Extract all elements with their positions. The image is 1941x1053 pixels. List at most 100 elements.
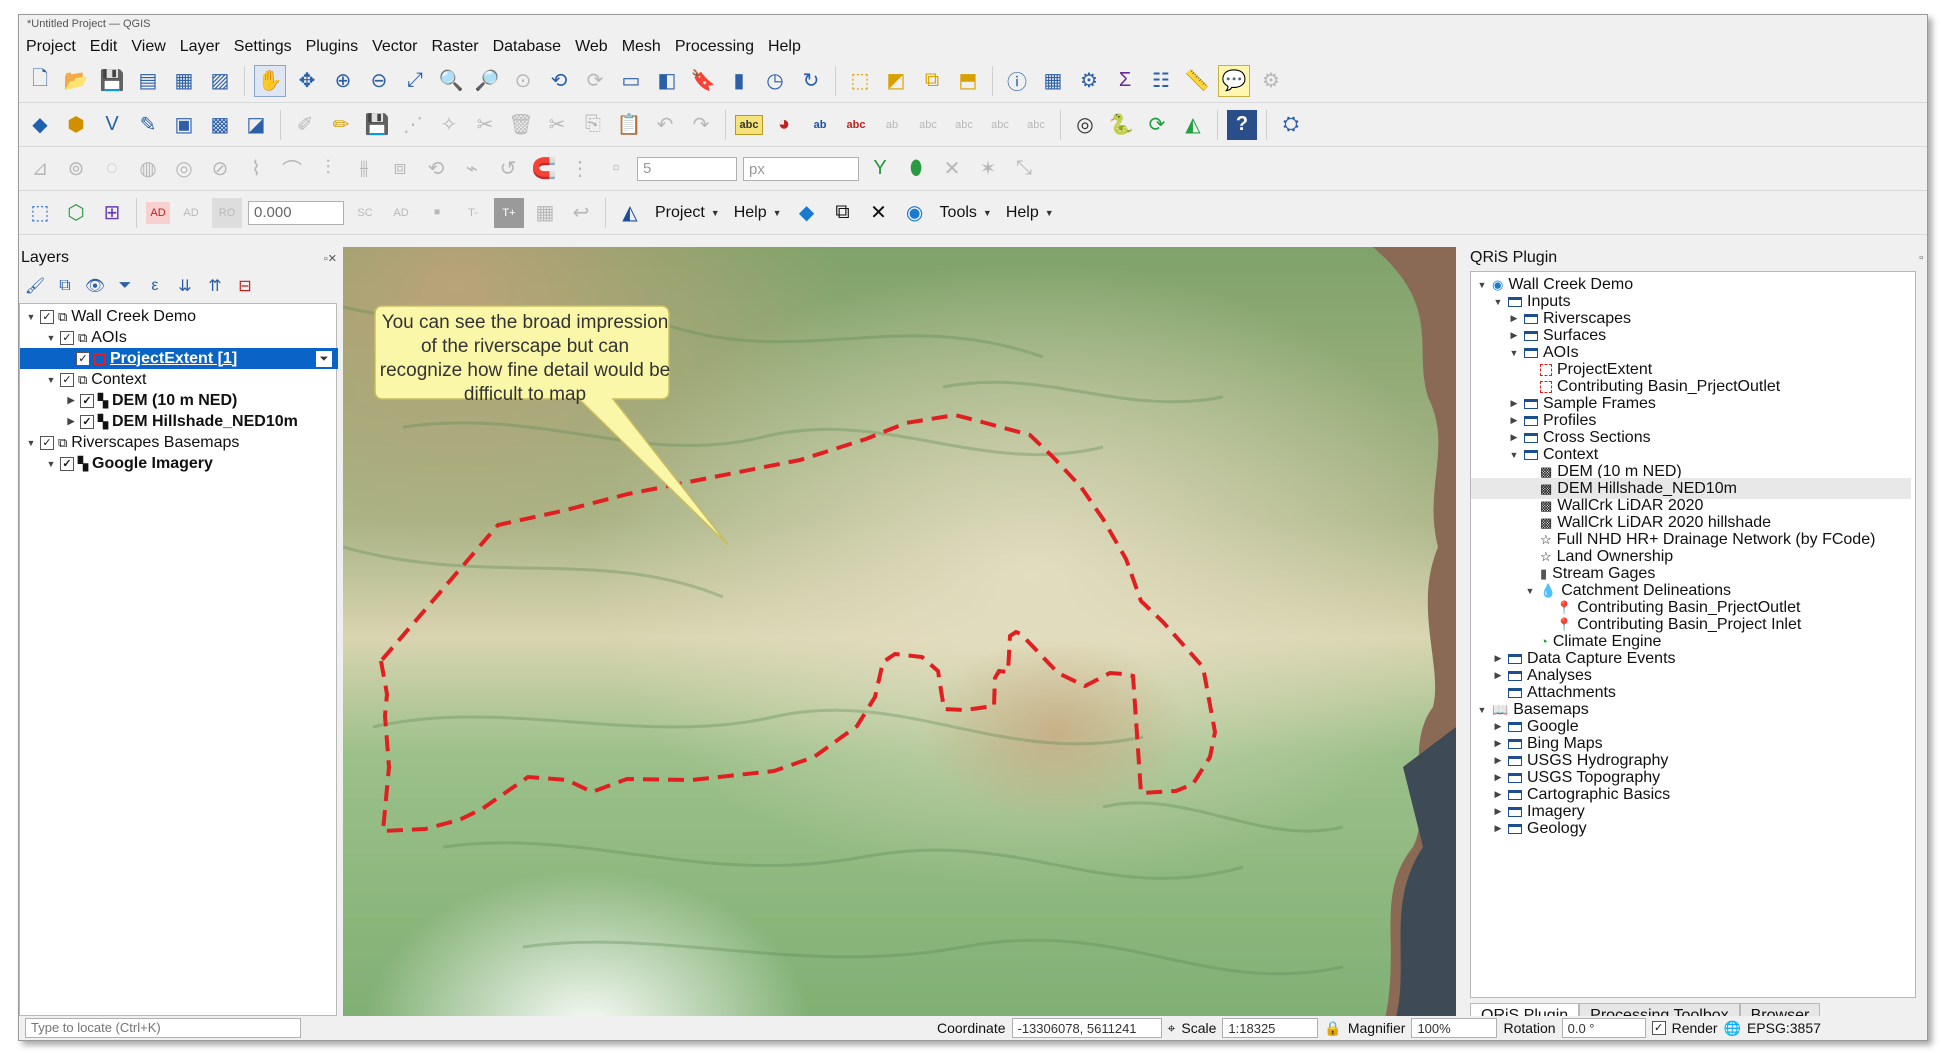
layer-group-aois[interactable]: ▼ ✓ ⧉ AOIs — [46, 327, 127, 348]
cut-features-icon[interactable]: ✂ — [542, 110, 572, 140]
rotate-label-icon[interactable]: abc — [949, 110, 979, 140]
data-source-manager-icon[interactable]: ◆ — [25, 110, 55, 140]
chevron-right-icon[interactable]: ▶ — [1493, 738, 1503, 749]
new-3d-view-icon[interactable]: ◧ — [652, 66, 682, 96]
crs-label[interactable]: EPSG:3857 — [1747, 1020, 1821, 1036]
zoom-to-selection-icon[interactable]: 🔍 — [436, 66, 466, 96]
zoom-last-icon[interactable]: ⟲ — [544, 66, 574, 96]
offset-curve-icon[interactable]: ⌒ — [277, 154, 307, 184]
checkbox[interactable]: ✓ — [76, 351, 90, 366]
modify-attributes-icon[interactable]: ✂ — [470, 110, 500, 140]
snapping-type-icon[interactable]: ▫ — [601, 154, 631, 184]
collapse-all-icon[interactable]: ⇈ — [203, 274, 227, 298]
magnifier-field[interactable]: 100% — [1411, 1018, 1498, 1038]
help-menu-button-2[interactable]: Help ▼ — [1002, 204, 1058, 222]
filter-indicator-icon[interactable]: ⏷ — [316, 350, 332, 367]
snap-unit-select[interactable]: px — [743, 156, 859, 181]
select-by-expression-icon[interactable]: ◩ — [881, 66, 911, 96]
map-tips-icon[interactable]: 💬 — [1218, 64, 1250, 97]
chevron-right-icon[interactable]: ▶ — [1493, 670, 1503, 681]
text-minus-icon[interactable]: T- — [458, 198, 488, 228]
checkbox[interactable]: ✓ — [60, 372, 74, 387]
temporal-controller-icon[interactable]: ◷ — [760, 66, 790, 96]
save-project-icon[interactable]: 💾 — [97, 66, 127, 96]
plugin-reloader-icon[interactable]: ⟳ — [1142, 110, 1172, 140]
topological-editing-icon[interactable]: Y — [865, 154, 895, 184]
chevron-right-icon[interactable]: ▶ — [1493, 755, 1503, 766]
layer-dem[interactable]: ▶ ✓ ▚ DEM (10 m NED) — [66, 390, 238, 411]
tracing-icon[interactable]: ✕ — [937, 154, 967, 184]
chevron-right-icon[interactable]: ▶ — [1509, 313, 1519, 324]
identify-icon[interactable]: ⓘ — [1002, 66, 1032, 96]
menu-project[interactable]: Project — [19, 35, 83, 59]
pan-icon[interactable]: ✋ — [254, 64, 286, 97]
project-menu-button[interactable]: Project ▼ — [651, 204, 724, 222]
menu-settings[interactable]: Settings — [227, 35, 299, 59]
menu-database[interactable]: Database — [486, 35, 569, 59]
chevron-right-icon[interactable]: ▶ — [1493, 772, 1503, 783]
chevron-right-icon[interactable]: ▶ — [66, 395, 76, 406]
chevron-down-icon[interactable]: ▼ — [1509, 348, 1519, 358]
toggle-editing-icon[interactable]: ✏ — [326, 110, 356, 140]
rotate-feature-icon[interactable]: ↺ — [493, 154, 523, 184]
style-manager-icon[interactable]: ▨ — [205, 66, 235, 96]
deselect-icon[interactable]: ⧉ — [917, 66, 947, 96]
manage-visibility-icon[interactable]: 👁 — [83, 274, 107, 298]
menu-plugins[interactable]: Plugins — [299, 35, 365, 59]
crs-globe-icon[interactable]: 🌐 — [1724, 1020, 1741, 1037]
add-feature-icon[interactable]: ⋰ — [398, 110, 428, 140]
filter-expression-icon[interactable]: ε — [143, 274, 167, 298]
checkbox[interactable]: ✓ — [60, 330, 74, 345]
open-table-icon[interactable]: ☷ — [1146, 66, 1176, 96]
menu-raster[interactable]: Raster — [424, 35, 485, 59]
sc-icon[interactable]: SC — [350, 198, 380, 228]
qris-logo-icon[interactable]: ◆ — [792, 198, 822, 228]
chevron-right-icon[interactable]: ▶ — [1509, 432, 1519, 443]
help-menu-button[interactable]: Help ▼ — [730, 204, 786, 222]
layer-group-context[interactable]: ▼ ✓ ⧉ Context — [46, 369, 147, 390]
external-link-icon[interactable]: ⧉ — [828, 198, 858, 228]
new-layout-icon[interactable]: ▦ — [169, 66, 199, 96]
menu-mesh[interactable]: Mesh — [615, 35, 668, 59]
chevron-right-icon[interactable]: ▶ — [1509, 398, 1519, 409]
profile-tool-icon[interactable]: ◭ — [1178, 110, 1208, 140]
checkbox[interactable]: ✓ — [80, 414, 94, 429]
help-contents-icon[interactable]: ? — [1227, 109, 1257, 140]
panel-float-icon[interactable]: ▫ — [1919, 252, 1923, 264]
locator-search-input[interactable] — [25, 1018, 301, 1038]
measure-icon[interactable]: 📏 — [1182, 66, 1212, 96]
save-edits-icon[interactable]: 💾 — [362, 110, 392, 140]
coordinate-field[interactable]: -13306078, 5611241 — [1011, 1018, 1162, 1038]
lock-icon[interactable]: 🔒 — [1324, 1020, 1341, 1037]
rotate-point-symbols-icon[interactable]: ⟲ — [421, 154, 451, 184]
snap-tolerance-field[interactable] — [637, 156, 737, 181]
menu-edit[interactable]: Edit — [83, 35, 125, 59]
move-label-icon[interactable]: abc — [913, 110, 943, 140]
snapping-vertex-icon[interactable]: ⋮ — [565, 154, 595, 184]
chevron-down-icon[interactable]: ▼ — [46, 333, 56, 343]
menu-view[interactable]: View — [124, 35, 172, 59]
processing-plugin-icon[interactable]: ⛭ — [1276, 110, 1306, 140]
menu-web[interactable]: Web — [568, 35, 615, 59]
snapping-magnet-icon[interactable]: 🧲 — [529, 154, 559, 184]
undo-icon[interactable]: ↶ — [650, 110, 680, 140]
add-part-icon[interactable]: ◌ — [97, 154, 127, 184]
cad-tools-icon[interactable]: ⊿ — [25, 154, 55, 184]
select-by-location-icon[interactable]: ⬒ — [953, 66, 983, 96]
reshape-icon[interactable]: ⌇ — [241, 154, 271, 184]
layer-project-extent[interactable]: ✓ ProjectExtent [1] ⏷ — [20, 348, 338, 369]
fill-ring-icon[interactable]: ◍ — [133, 154, 163, 184]
chevron-down-icon[interactable]: ▼ — [1525, 586, 1535, 596]
label-properties-icon[interactable]: abc — [1021, 110, 1051, 140]
crs-lock-icon[interactable]: ⌖ — [1168, 1020, 1176, 1037]
value-spinbox[interactable] — [248, 200, 344, 225]
layout-manager-icon[interactable]: ▤ — [133, 66, 163, 96]
pan-to-selection-icon[interactable]: ✥ — [292, 66, 322, 96]
pin-unpin-labels-icon[interactable]: abc — [841, 110, 871, 140]
chevron-down-icon[interactable]: ▼ — [46, 459, 56, 469]
self-snapping-icon[interactable]: ✶ — [973, 154, 1003, 184]
checkbox[interactable]: ✓ — [80, 393, 94, 408]
ad-icon[interactable]: AD — [146, 201, 170, 224]
new-project-icon[interactable]: 🗋 — [25, 66, 55, 96]
tools-logo-icon[interactable]: ◉ — [900, 198, 930, 228]
